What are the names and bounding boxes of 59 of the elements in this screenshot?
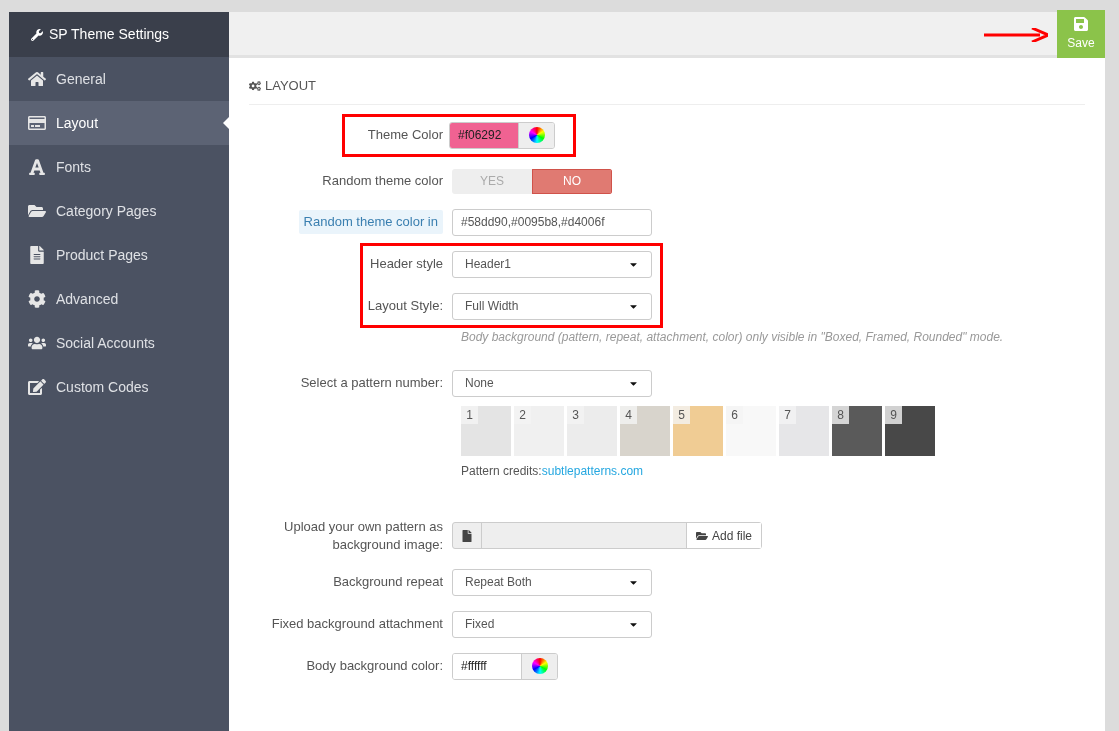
- card-icon: [28, 114, 46, 132]
- text-field[interactable]: #58dd90,#0095b8,#d4006f: [452, 208, 652, 236]
- field-label: Header style: [370, 256, 443, 272]
- swatch-number: 9: [885, 405, 902, 424]
- users-icon: [28, 334, 46, 352]
- gears-icon: [249, 79, 261, 92]
- folder-icon: [695, 529, 708, 542]
- swatch-number: 8: [832, 405, 849, 424]
- sidebar-item[interactable]: Advanced: [9, 277, 229, 321]
- document-icon: [28, 246, 46, 264]
- swatch-number: 1: [461, 405, 478, 424]
- credits-text: Pattern credits:: [461, 462, 542, 480]
- letter-icon: [28, 158, 46, 176]
- sidebar-title: SP Theme Settings: [49, 25, 170, 44]
- field-label: Random theme color: [322, 173, 443, 189]
- field-label: Upload your own pattern as background image:: [284, 518, 443, 552]
- dropdown[interactable]: Header1: [452, 250, 652, 278]
- field-label: Body background color:: [306, 658, 443, 674]
- field-label: Random theme color in: [298, 210, 443, 234]
- wrench-icon: [31, 28, 43, 41]
- pattern-swatch[interactable]: 1: [461, 405, 511, 456]
- pattern-swatch[interactable]: 3: [567, 405, 617, 456]
- swatch-number: 7: [779, 405, 796, 424]
- pattern-swatch[interactable]: 8: [832, 405, 882, 456]
- pencil-icon: [28, 378, 46, 396]
- dropdown[interactable]: Full Width: [452, 292, 652, 320]
- sidebar-item[interactable]: Layout: [9, 101, 229, 145]
- home-icon: [28, 70, 46, 88]
- dropdown[interactable]: None: [452, 369, 652, 397]
- dropdown[interactable]: Repeat Both: [452, 568, 652, 596]
- field-label: Fixed background attachment: [271, 616, 443, 632]
- field-label: Theme Color: [367, 127, 443, 143]
- swatch-number: 5: [673, 405, 690, 424]
- field-label: Background repeat: [333, 574, 443, 590]
- pattern-swatch[interactable]: 6: [726, 405, 776, 456]
- field-label: Layout Style:: [367, 298, 443, 314]
- hint-text: Body background (pattern, repeat, attachment, color) only visible in "Boxed, Framed, Rounded" mode.: [461, 328, 1004, 346]
- pattern-swatch[interactable]: 2: [514, 405, 564, 456]
- sidebar-item[interactable]: Social Accounts: [9, 321, 229, 365]
- sidebar-item[interactable]: Product Pages: [9, 233, 229, 277]
- file-upload-field[interactable]: Add file: [452, 522, 762, 549]
- gear-icon: [28, 290, 46, 308]
- sidebar-item[interactable]: Custom Codes: [9, 365, 229, 409]
- section-title: LAYOUT: [265, 77, 317, 95]
- pattern-swatch[interactable]: 5: [673, 405, 723, 456]
- add-file-button[interactable]: Add file: [685, 523, 761, 548]
- pattern-swatch[interactable]: 4: [620, 405, 670, 456]
- sidebar-item[interactable]: Fonts: [9, 145, 229, 189]
- sidebar-item[interactable]: Category Pages: [9, 189, 229, 233]
- swatch-number: 3: [567, 405, 584, 424]
- field-label: Select a pattern number:: [300, 375, 443, 391]
- sidebar-item[interactable]: General: [9, 57, 229, 101]
- arrow-annotation: [984, 28, 1048, 42]
- file-icon: [461, 529, 473, 542]
- swatch-number: 4: [620, 405, 637, 424]
- pattern-swatch[interactable]: 9: [885, 405, 935, 456]
- dropdown[interactable]: Fixed: [452, 610, 652, 638]
- folder-icon: [28, 202, 46, 220]
- pattern-swatch[interactable]: 7: [779, 405, 829, 456]
